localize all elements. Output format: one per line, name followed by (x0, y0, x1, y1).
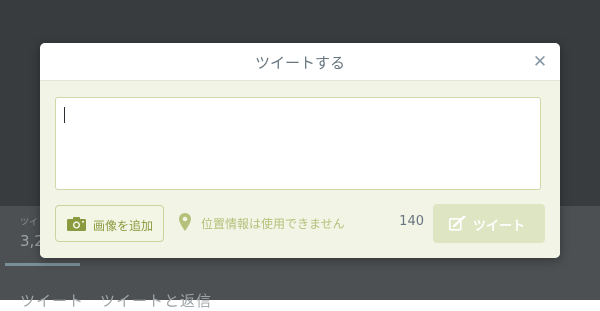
tweet-dialog: ツイートする ✕ 画像を追加 位置情報は使用できません 140 ツイート (40, 43, 560, 258)
active-stat-underline (5, 263, 80, 266)
add-photo-button[interactable]: 画像を追加 (55, 205, 164, 242)
dialog-title: ツイートする (254, 54, 345, 72)
location-status: 位置情報は使用できません (201, 217, 345, 231)
character-counter: 140 (399, 214, 424, 229)
tweet-button-label: ツイート (473, 219, 526, 234)
stat-label: ツイ (20, 218, 39, 228)
camera-icon (67, 217, 86, 231)
tweet-button[interactable]: ツイート (433, 204, 545, 243)
dialog-header: ツイートする ✕ (40, 43, 560, 81)
tweet-textarea[interactable] (55, 97, 541, 190)
profile-tabs: ツイート ツイートと返信 (20, 292, 213, 310)
dialog-body: 画像を追加 位置情報は使用できません 140 ツイート (40, 81, 560, 258)
text-cursor (64, 107, 65, 123)
close-icon[interactable]: ✕ (530, 52, 550, 72)
add-photo-label: 画像を追加 (93, 219, 154, 233)
map-pin-icon (179, 213, 191, 231)
compose-icon (449, 216, 466, 231)
